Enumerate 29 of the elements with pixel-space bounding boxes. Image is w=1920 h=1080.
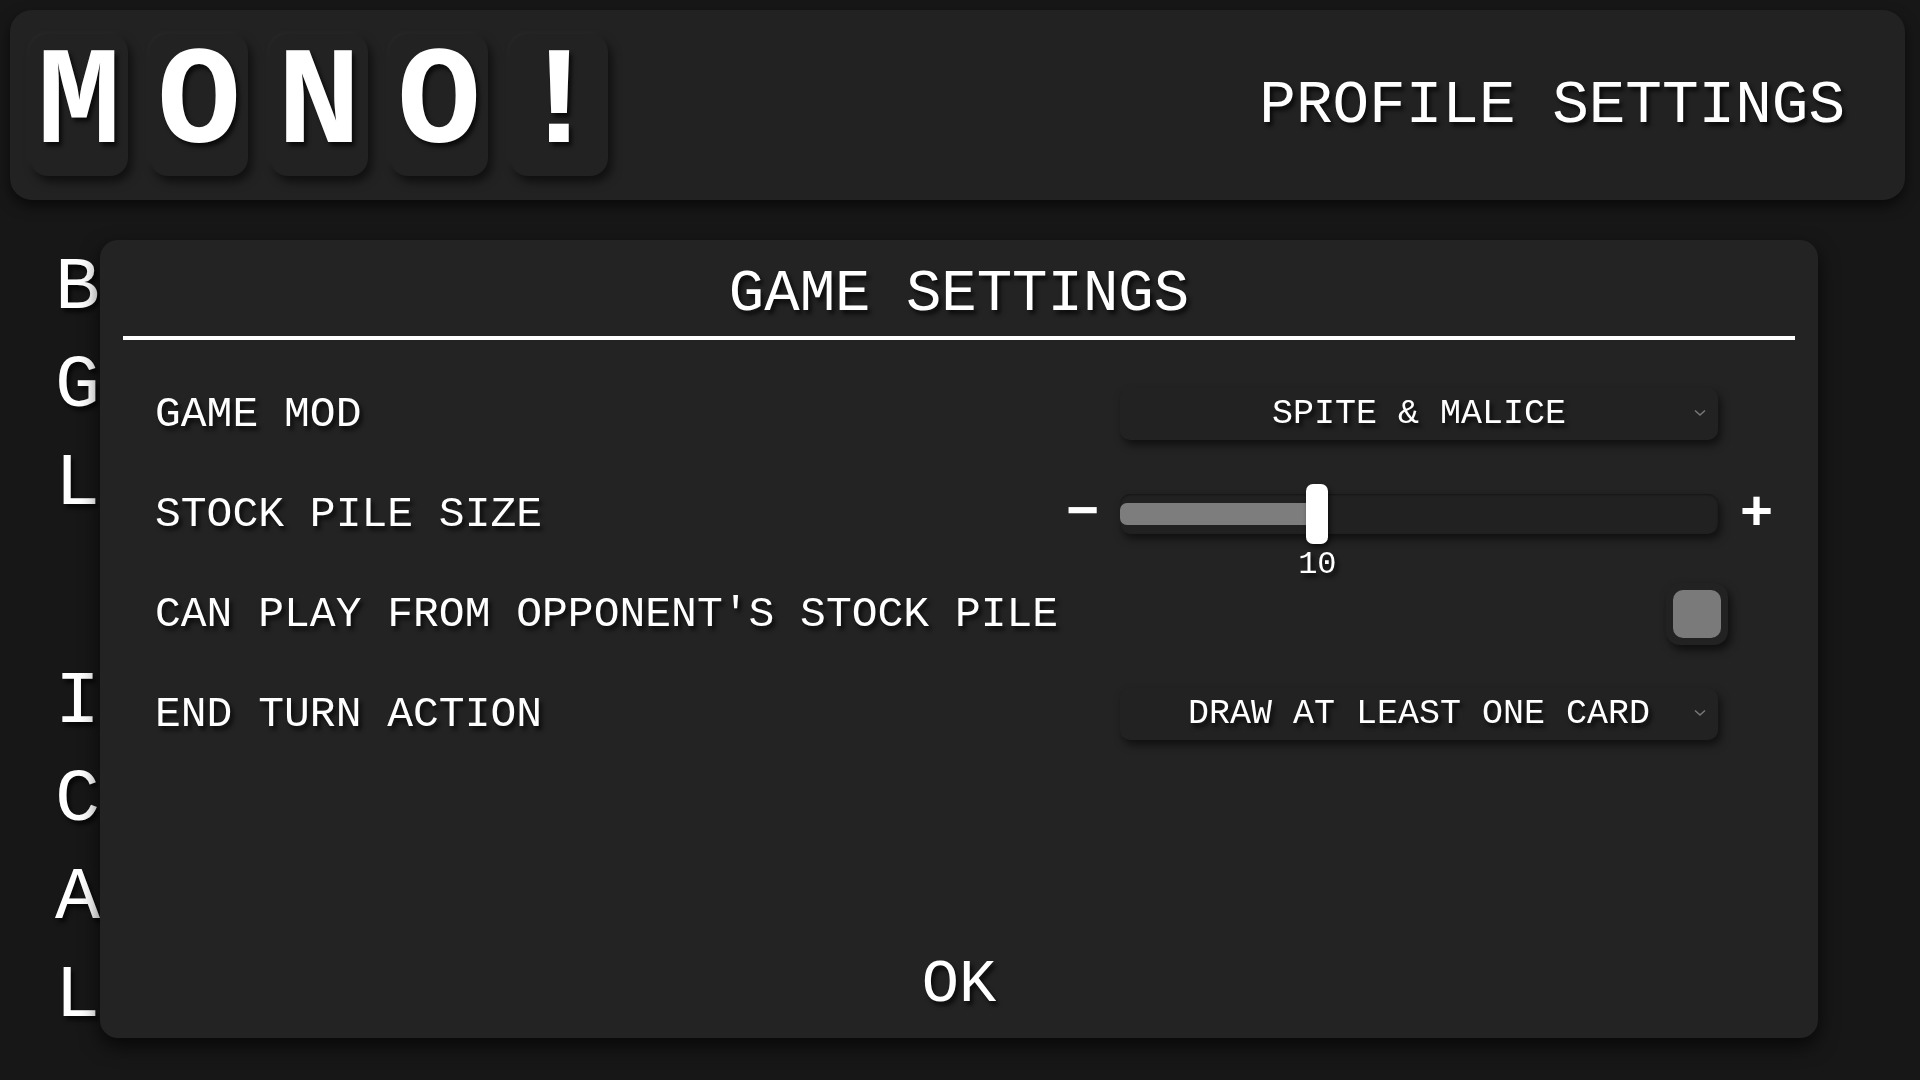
dropdown[interactable]: DRAW AT LEAST ONE CARD [1120, 688, 1718, 740]
dropdown[interactable]: SPITE & MALICE [1120, 388, 1718, 440]
setting-label: GAME MOD [155, 389, 363, 439]
logo-tile: ! [510, 34, 608, 176]
logo-tile: N [270, 34, 368, 176]
dialog-title: GAME SETTINGS [123, 260, 1795, 340]
menu-item[interactable]: C [55, 752, 100, 850]
decrease-button[interactable]: − [1061, 486, 1104, 542]
logo-tile: O [390, 34, 488, 176]
menu-item[interactable]: L [55, 436, 100, 534]
setting-label: CAN PLAY FROM OPPONENT'S STOCK PILE [155, 589, 1059, 639]
page-title: PROFILE SETTINGS [1259, 70, 1845, 140]
chevron-down-icon [1694, 709, 1706, 717]
menu-item[interactable]: I [55, 654, 100, 752]
increase-button[interactable]: + [1735, 486, 1778, 542]
setting-label: STOCK PILE SIZE [155, 489, 544, 539]
menu-item[interactable]: B [55, 240, 100, 338]
logo-tile: O [150, 34, 248, 176]
menu-item[interactable]: G [55, 338, 100, 436]
checkbox[interactable] [1666, 583, 1729, 645]
setting-label: END TURN ACTION [155, 689, 544, 739]
menu-item[interactable]: L [55, 948, 100, 1046]
slider-track[interactable] [1120, 484, 1718, 544]
chevron-down-icon [1694, 409, 1706, 417]
slider-value: 10 [1298, 546, 1337, 583]
slider-thumb[interactable] [1306, 484, 1329, 544]
logo-tile: M [30, 34, 128, 176]
ok-button[interactable]: OK [913, 950, 1005, 1020]
menu-item[interactable]: A [55, 850, 100, 948]
